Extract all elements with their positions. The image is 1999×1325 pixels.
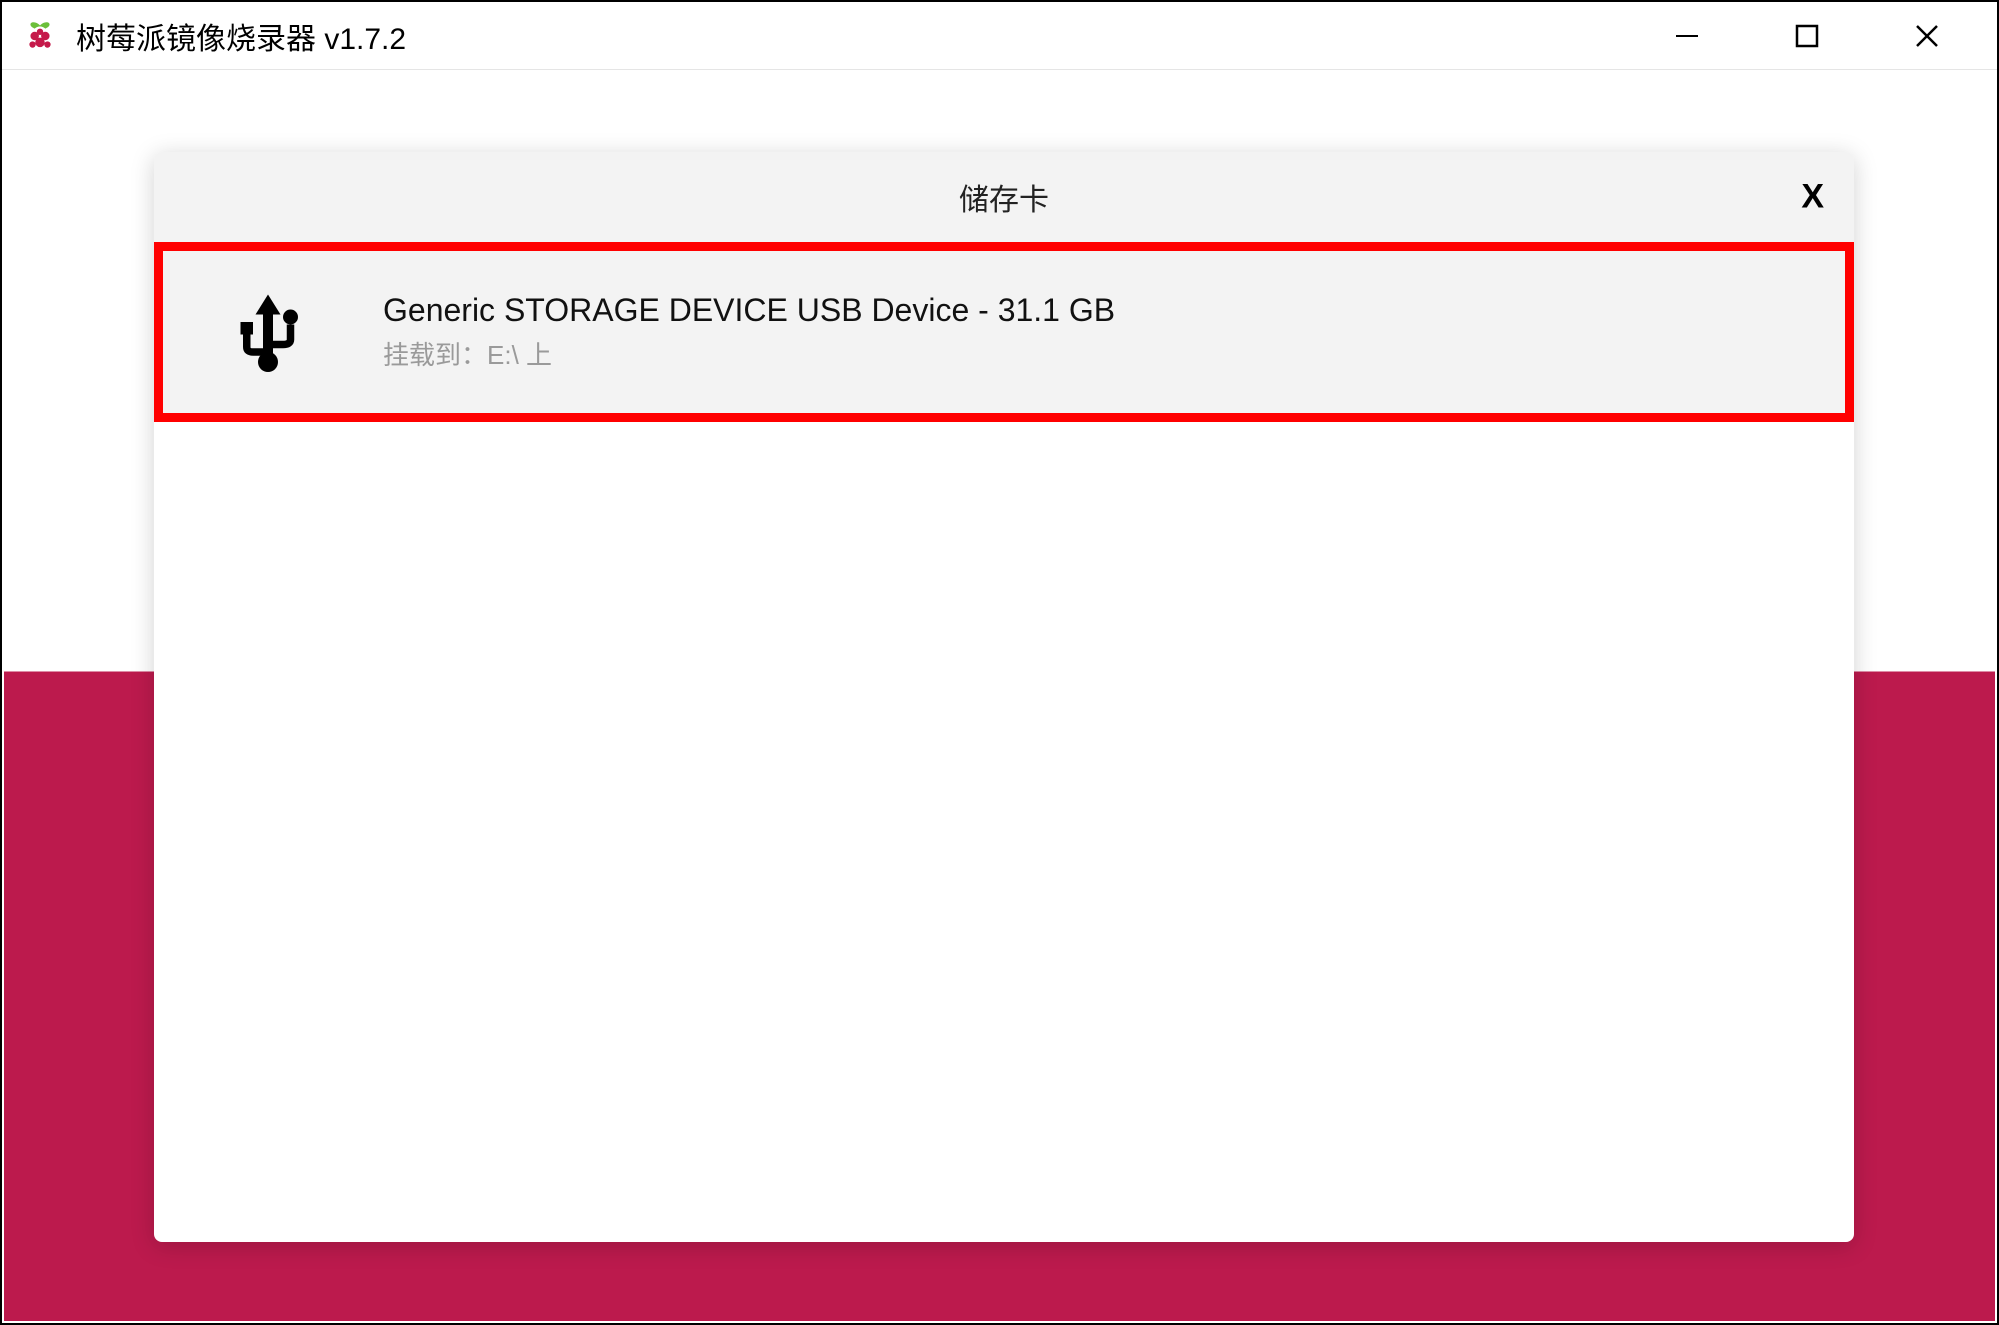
close-icon[interactable]: X: [1801, 178, 1824, 217]
device-name: Generic STORAGE DEVICE USB Device - 31.1…: [383, 292, 1115, 329]
close-window-button[interactable]: [1897, 6, 1957, 66]
dialog-header: 储存卡 X: [154, 152, 1854, 242]
device-text: Generic STORAGE DEVICE USB Device - 31.1…: [383, 292, 1115, 372]
content-area: 储存卡 X: [4, 72, 1995, 1321]
minimize-button[interactable]: [1657, 6, 1717, 66]
title-bar: 树莓派镜像烧录器 v1.7.2: [2, 2, 1997, 70]
storage-device-item[interactable]: Generic STORAGE DEVICE USB Device - 31.1…: [154, 242, 1854, 422]
window-controls: [1657, 6, 1987, 66]
storage-dialog: 储存卡 X: [154, 152, 1854, 1242]
app-window: 树莓派镜像烧录器 v1.7.2 储存卡 X: [0, 0, 1999, 1325]
device-mount: 挂载到：E:\ 上: [383, 335, 1115, 372]
usb-icon: [223, 287, 313, 377]
window-title: 树莓派镜像烧录器 v1.7.2: [76, 14, 406, 58]
dialog-title: 储存卡: [959, 175, 1049, 219]
maximize-button[interactable]: [1777, 6, 1837, 66]
raspberry-pi-icon: [22, 18, 58, 54]
